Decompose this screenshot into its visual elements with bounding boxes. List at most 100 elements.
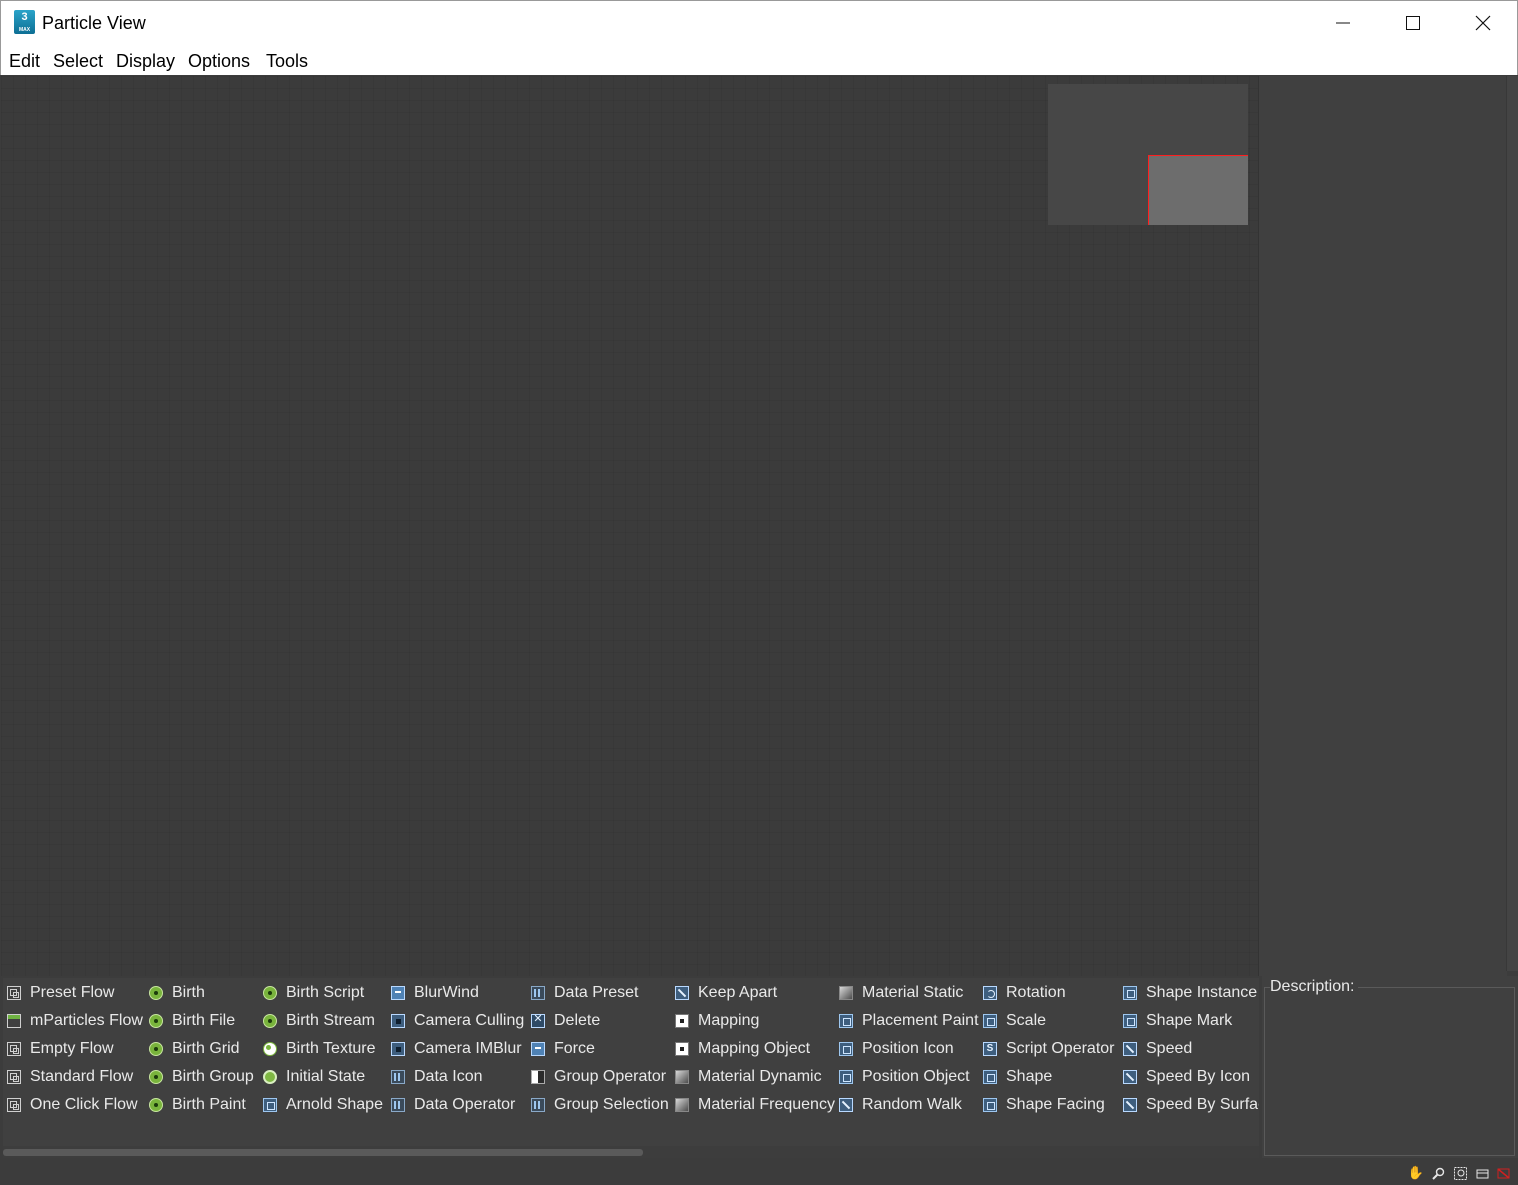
depot-item-birth-grid[interactable]: Birth Grid	[149, 1037, 240, 1061]
menu-tools[interactable]: Tools	[266, 51, 308, 72]
zoom-icon[interactable]	[1431, 1166, 1445, 1180]
maximize-button[interactable]	[1391, 5, 1435, 41]
depot-item-label: Shape Instance	[1146, 984, 1258, 1001]
menu-bar: Edit Select Display Options Tools	[0, 46, 1518, 75]
depot-item-group-operator[interactable]: Group Operator	[531, 1065, 666, 1089]
depot-item-position-icon[interactable]: Position Icon	[839, 1037, 954, 1061]
depot-item-shape-instance[interactable]: Shape Instance	[1123, 981, 1257, 1005]
data-icon	[391, 1098, 405, 1112]
close-button[interactable]	[1461, 5, 1505, 41]
zoom-extents-icon[interactable]	[1475, 1166, 1489, 1180]
depot-item-label: Empty Flow	[30, 1040, 114, 1057]
keep-apart-icon	[1123, 1098, 1137, 1112]
menu-display[interactable]: Display	[116, 51, 175, 72]
script-icon: S	[983, 1042, 997, 1056]
depot-item-material-static[interactable]: Material Static	[839, 981, 963, 1005]
operator-icon	[839, 1042, 853, 1056]
mapping-icon	[675, 1042, 689, 1056]
depot-item-mparticles-flow[interactable]: mParticles Flow	[7, 1009, 143, 1033]
depot-item-label: Position Icon	[862, 1040, 954, 1057]
material-icon	[839, 986, 853, 1000]
depot-item-preset-flow[interactable]: Preset Flow	[7, 981, 114, 1005]
rotation-icon	[983, 986, 997, 1000]
birth-icon	[149, 1042, 163, 1056]
depot-item-label: Shape	[1006, 1068, 1053, 1085]
navigator-view-rect[interactable]	[1148, 155, 1248, 225]
depot-item-birth-texture[interactable]: Birth Texture	[263, 1037, 376, 1061]
flow-icon	[7, 1070, 21, 1084]
depot-item-label: Random Walk	[862, 1096, 962, 1113]
operator-icon	[983, 1014, 997, 1028]
depot-item-blurwind[interactable]: BlurWind	[391, 981, 479, 1005]
depot-item-keep-apart[interactable]: Keep Apart	[675, 981, 777, 1005]
depot-item-birth-file[interactable]: Birth File	[149, 1009, 235, 1033]
depot-item-birth-script[interactable]: Birth Script	[263, 981, 364, 1005]
menu-options[interactable]: Options	[188, 51, 250, 72]
camera-icon	[391, 1014, 405, 1028]
pan-icon[interactable]: ✋	[1408, 1165, 1424, 1180]
depot-item-shape[interactable]: Shape	[983, 1065, 1052, 1089]
description-box	[1264, 987, 1515, 1156]
birth-icon	[149, 1098, 163, 1112]
depot-item-speed[interactable]: Speed	[1123, 1037, 1192, 1061]
depot-item-birth-stream[interactable]: Birth Stream	[263, 1009, 375, 1033]
no-zoom-icon[interactable]	[1496, 1166, 1510, 1180]
depot-scrollbar-thumb[interactable]	[3, 1149, 643, 1156]
depot-item-material-frequency[interactable]: Material Frequency	[675, 1093, 835, 1117]
depot-item-standard-flow[interactable]: Standard Flow	[7, 1065, 133, 1089]
depot-item-label: Material Static	[862, 984, 964, 1001]
flow-icon	[7, 1042, 21, 1056]
depot-item-camera-imblur[interactable]: Camera IMBlur	[391, 1037, 522, 1061]
depot-item-label: Birth Texture	[286, 1040, 376, 1057]
depot-item-placement-paint[interactable]: Placement Paint	[839, 1009, 979, 1033]
keep-apart-icon	[1123, 1042, 1137, 1056]
depot-item-script-operator[interactable]: S Script Operator	[983, 1037, 1114, 1061]
parameters-scrollbar[interactable]	[1506, 76, 1518, 971]
depot-item-delete[interactable]: Delete	[531, 1009, 600, 1033]
depot-item-birth[interactable]: Birth	[149, 981, 205, 1005]
depot-item-scale[interactable]: Scale	[983, 1009, 1046, 1033]
operator-icon	[263, 1098, 277, 1112]
data-icon	[531, 1098, 545, 1112]
parameters-panel[interactable]	[1258, 76, 1507, 976]
depot-item-data-preset[interactable]: Data Preset	[531, 981, 638, 1005]
depot-item-data-icon[interactable]: Data Icon	[391, 1065, 482, 1089]
operator-icon	[839, 1014, 853, 1028]
birth-icon	[149, 1070, 163, 1084]
depot-item-rotation[interactable]: Rotation	[983, 981, 1066, 1005]
depot-item-material-dynamic[interactable]: Material Dynamic	[675, 1065, 822, 1089]
depot-item-group-selection[interactable]: Group Selection	[531, 1093, 669, 1117]
depot-item-random-walk[interactable]: Random Walk	[839, 1093, 962, 1117]
depot-item-birth-paint[interactable]: Birth Paint	[149, 1093, 246, 1117]
depot-item-label: Birth Script	[286, 984, 365, 1001]
depot-item-birth-group[interactable]: Birth Group	[149, 1065, 254, 1089]
menu-select[interactable]: Select	[53, 51, 103, 72]
depot-item-position-object[interactable]: Position Object	[839, 1065, 970, 1089]
depot-item-speed-by-surfac[interactable]: Speed By Surfac	[1123, 1093, 1259, 1117]
depot-item-data-operator[interactable]: Data Operator	[391, 1093, 515, 1117]
depot-item-shape-facing[interactable]: Shape Facing	[983, 1093, 1105, 1117]
depot-item-label: Speed By Surfac	[1146, 1096, 1259, 1113]
minimize-button[interactable]	[1321, 5, 1365, 41]
depot-item-label: One Click Flow	[30, 1096, 138, 1113]
depot-item-arnold-shape[interactable]: Arnold Shape	[263, 1093, 383, 1117]
depot-item-label: Keep Apart	[698, 984, 778, 1001]
depot-item-speed-by-icon[interactable]: Speed By Icon	[1123, 1065, 1250, 1089]
depot-item-label: Placement Paint	[862, 1012, 979, 1029]
depot-item-shape-mark[interactable]: Shape Mark	[1123, 1009, 1232, 1033]
depot-item-label: Speed By Icon	[1146, 1068, 1251, 1085]
depot-item-empty-flow[interactable]: Empty Flow	[7, 1037, 114, 1061]
depot-item-force[interactable]: Force	[531, 1037, 595, 1061]
zoom-region-icon[interactable]	[1453, 1166, 1467, 1180]
depot-item-initial-state[interactable]: Initial State	[263, 1065, 365, 1089]
depot-item-one-click-flow[interactable]: One Click Flow	[7, 1093, 138, 1117]
depot-item-label: Mapping	[698, 1012, 760, 1029]
depot-item-mapping[interactable]: Mapping	[675, 1009, 759, 1033]
depot-item-camera-culling[interactable]: Camera Culling	[391, 1009, 524, 1033]
depot-item-mapping-object[interactable]: Mapping Object	[675, 1037, 810, 1061]
birth-icon	[263, 1014, 277, 1028]
depot-item-label: Initial State	[286, 1068, 366, 1085]
menu-edit[interactable]: Edit	[9, 51, 40, 72]
depot-item-label: Birth Paint	[172, 1096, 246, 1113]
group-icon	[531, 1070, 545, 1084]
